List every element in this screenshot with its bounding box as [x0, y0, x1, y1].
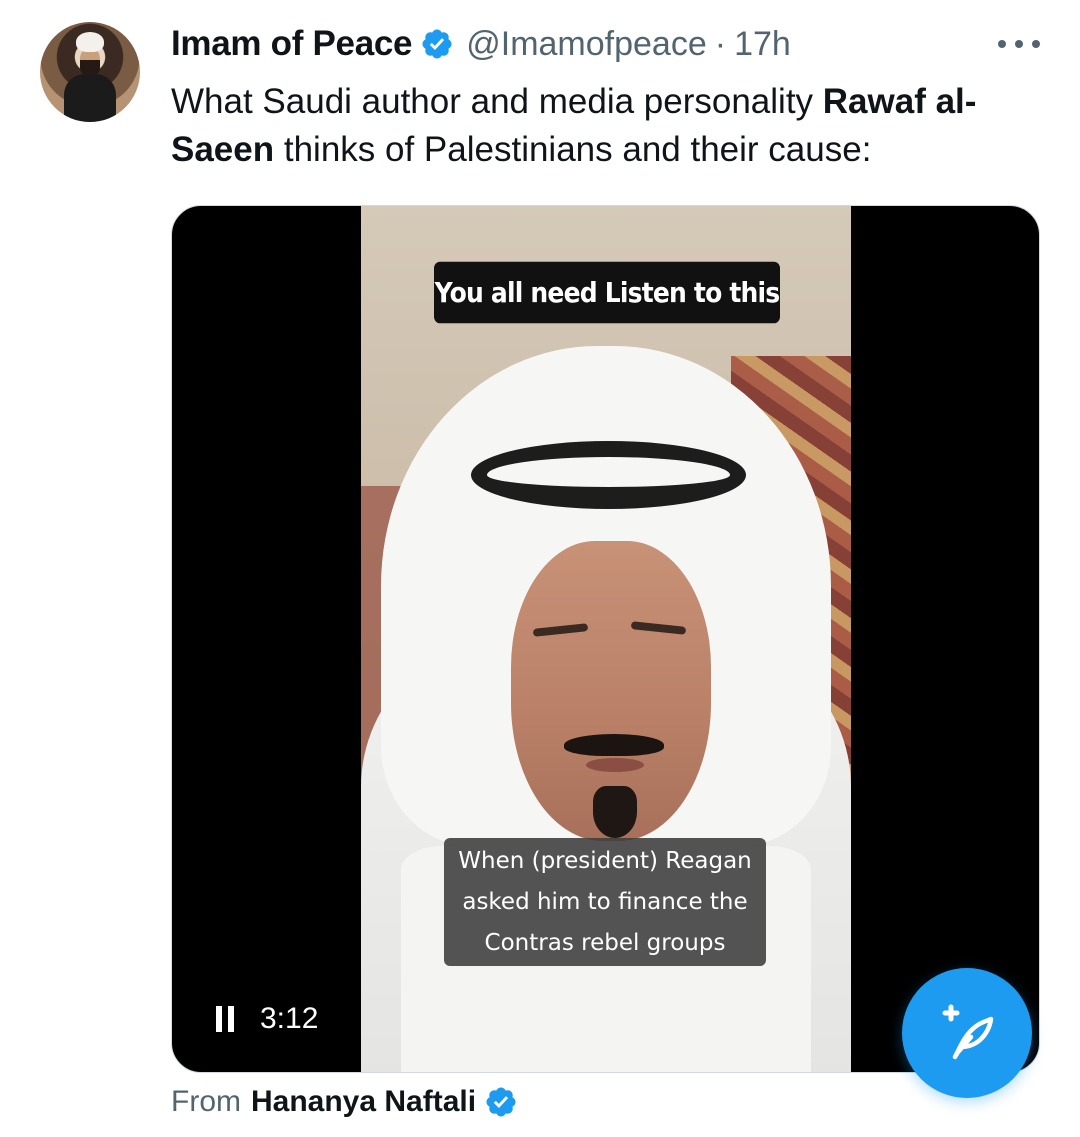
video-caption-top: You all need Listen to this — [434, 261, 780, 324]
attribution-prefix: From — [171, 1085, 241, 1118]
tweet-timestamp[interactable]: 17h — [734, 25, 791, 64]
separator-dot: · — [714, 24, 727, 63]
verified-badge-icon — [422, 29, 452, 59]
tweet-text-part: thinks of Palestinians and their cause: — [274, 130, 872, 169]
more-dot — [998, 40, 1006, 48]
more-options-icon[interactable] — [998, 30, 1040, 58]
video-player[interactable]: You all need Listen to this When (presid… — [171, 205, 1040, 1073]
subtitle-line: Contras rebel groups — [484, 930, 726, 956]
compose-tweet-button[interactable] — [902, 968, 1032, 1098]
avatar-turban — [76, 32, 104, 52]
video-figure — [564, 734, 664, 756]
author-avatar[interactable] — [40, 22, 140, 122]
author-handle[interactable]: @Imamofpeace — [466, 25, 707, 64]
attribution-source[interactable]: Hananya Naftali — [251, 1085, 476, 1119]
media-attribution: From Hananya Naftali — [171, 1085, 518, 1119]
pause-icon[interactable] — [216, 1006, 236, 1032]
tweet-header: Imam of Peace @Imamofpeace · 17h — [171, 22, 791, 66]
avatar-robe — [64, 74, 116, 122]
more-dot — [1032, 40, 1040, 48]
tweet-text-part: What Saudi author and media personality — [171, 82, 823, 121]
more-dot — [1015, 40, 1023, 48]
verified-badge-icon — [486, 1087, 516, 1117]
author-name[interactable]: Imam of Peace — [171, 24, 413, 64]
video-figure — [593, 786, 637, 838]
video-subtitle: When (president) Reagan asked him to fin… — [444, 838, 766, 966]
avatar-beard — [80, 60, 100, 76]
playback-controls[interactable]: 3:12 — [216, 1002, 318, 1036]
compose-tweet-icon — [942, 1004, 994, 1060]
video-figure — [471, 441, 746, 509]
video-figure — [586, 758, 644, 772]
subtitle-line: When (president) Reagan — [458, 848, 752, 874]
subtitle-line: asked him to finance the — [462, 889, 748, 915]
video-duration: 3:12 — [260, 1002, 319, 1035]
tweet-text: What Saudi author and media personality … — [171, 78, 1031, 174]
